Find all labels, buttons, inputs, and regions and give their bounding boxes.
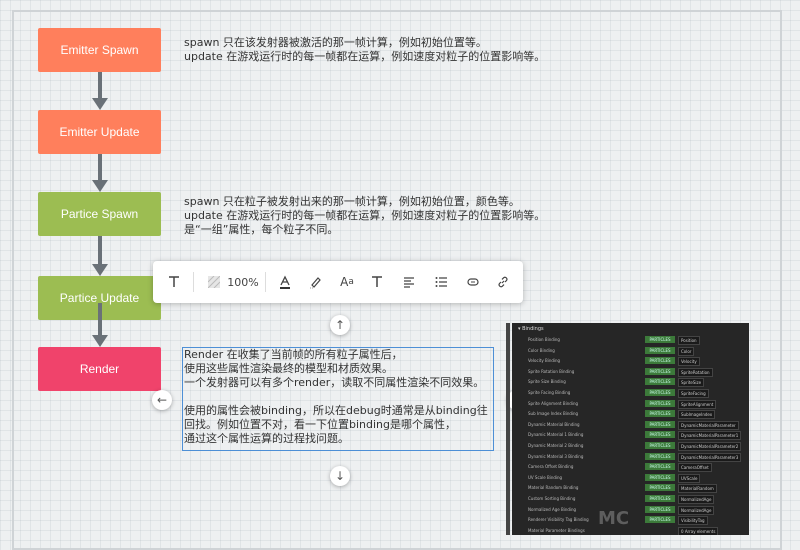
binding-namespace-tag: PARTICLES: [645, 357, 675, 365]
binding-namespace-tag: PARTICLES: [645, 463, 675, 471]
binding-label: Camera Offset Binding: [528, 464, 574, 470]
highlight-pen-icon[interactable]: [303, 261, 327, 303]
note-line: [184, 390, 488, 404]
binding-label: Renderer Visibility Tag Binding: [528, 517, 589, 523]
binding-label: Dynamic Material Binding: [528, 421, 580, 427]
binding-namespace-tag: PARTICLES: [645, 389, 675, 396]
emitter-spawn-node[interactable]: Emitter Spawn: [38, 28, 161, 72]
bindings-panel-screenshot: ▾ Bindings Position Binding PARTICLES Posi…: [512, 323, 749, 535]
note-line: spawn 只在该发射器被激活的那一帧计算，例如初始位置等。: [184, 36, 487, 49]
flow-arrow: [92, 236, 108, 276]
note-line: spawn 只在粒子被发射出来的那一帧计算，例如初始位置，颜色等。: [184, 195, 520, 208]
font-size-icon[interactable]: Aa: [333, 261, 361, 303]
binding-label: Normalized Age Binding: [528, 506, 577, 512]
binding-namespace-tag: PARTICLES: [645, 484, 675, 492]
text-format-toolbar: 100% Aa: [153, 261, 523, 303]
particle-note[interactable]: spawn 只在粒子被发射出来的那一帧计算，例如初始位置，颜色等。 update…: [184, 195, 545, 237]
binding-namespace-tag: PARTICLES: [645, 431, 675, 439]
binding-label: Dynamic Material 3 Binding: [528, 453, 584, 459]
note-line: 是“一组”属性，每个粒子不同。: [184, 223, 339, 236]
binding-value-dropdown[interactable]: 0 Array elements: [678, 526, 719, 535]
binding-label: Sprite Size Binding: [528, 379, 566, 385]
text-style-icon[interactable]: [365, 261, 389, 303]
binding-namespace-tag: PARTICLES: [645, 495, 675, 502]
watermark: MC: [598, 508, 630, 529]
binding-label: UV Scale Binding: [528, 474, 563, 480]
note-line: Render 在收集了当前帧的所有粒子属性后，: [184, 348, 403, 361]
note-line: 回找。例如位置不对，看一下位置binding是哪个属性，: [184, 418, 457, 431]
binding-label: Velocity Binding: [528, 358, 561, 364]
note-line: 使用这些属性渲染最终的模型和材质效果。: [184, 362, 393, 375]
binding-label: Sub Image Index Binding: [528, 411, 579, 417]
render-note[interactable]: Render 在收集了当前帧的所有粒子属性后， 使用这些属性渲染最终的模型和材质…: [184, 348, 488, 446]
binding-namespace-tag: PARTICLES: [645, 473, 675, 481]
arrow-up-icon: ↑: [334, 318, 346, 332]
binding-namespace-tag: PARTICLES: [645, 420, 675, 428]
ellipse-icon[interactable]: [461, 261, 485, 303]
binding-label: Position Binding: [528, 337, 560, 342]
render-node[interactable]: Render: [38, 347, 161, 391]
fill-pattern-icon[interactable]: [203, 261, 225, 303]
note-line: 使用的属性会被binding，所以在debug时通常是从binding往: [184, 404, 488, 417]
note-line: 通过这个属性运算的过程找问题。: [184, 432, 349, 445]
binding-namespace-tag: PARTICLES: [645, 516, 675, 524]
binding-namespace-tag: PARTICLES: [645, 367, 675, 375]
binding-label: Sprite Rotation Binding: [528, 368, 575, 374]
particle-spawn-node[interactable]: Partice Spawn: [38, 192, 161, 236]
binding-namespace-tag: PARTICLES: [645, 336, 675, 343]
binding-label: Material Parameter Bindings: [528, 527, 585, 533]
binding-label: Sprite Alignment Binding: [528, 400, 579, 406]
connect-down-handle[interactable]: ↓: [330, 466, 350, 486]
emitter-note[interactable]: spawn 只在该发射器被激活的那一帧计算，例如初始位置等。 update 在游…: [184, 36, 545, 64]
binding-label: Material Random Binding: [528, 485, 579, 491]
note-line: update 在游戏运行时的每一帧都在运算，例如速度对粒子的位置影响等。: [184, 50, 546, 63]
font-color-icon[interactable]: [273, 261, 297, 303]
flow-arrow: [92, 303, 108, 347]
align-left-icon[interactable]: [397, 261, 421, 303]
list-icon[interactable]: [429, 261, 453, 303]
binding-label: Color Binding: [528, 347, 555, 353]
zoom-level[interactable]: 100%: [227, 261, 259, 303]
flow-arrow: [92, 72, 108, 110]
emitter-update-node[interactable]: Emitter Update: [38, 110, 161, 154]
binding-namespace-tag: PARTICLES: [645, 399, 675, 407]
binding-namespace-tag: PARTICLES: [645, 346, 675, 354]
binding-namespace-tag: PARTICLES: [645, 505, 675, 513]
binding-namespace-tag: PARTICLES: [645, 452, 675, 460]
binding-label: Dynamic Material 1 Binding: [528, 432, 584, 438]
binding-label: Sprite Facing Binding: [528, 390, 571, 395]
arrow-down-icon: ↓: [334, 469, 346, 483]
text-type-icon[interactable]: [161, 261, 187, 303]
binding-namespace-tag: PARTICLES: [645, 410, 675, 418]
panel-scrollbar[interactable]: [506, 323, 510, 535]
binding-label: Dynamic Material 2 Binding: [528, 443, 584, 448]
binding-row: Material Parameter Bindings 0 Array eleme…: [512, 525, 749, 535]
binding-label: Custom Sorting Binding: [528, 496, 576, 501]
connect-up-handle[interactable]: ↑: [330, 315, 350, 335]
note-line: 一个发射器可以有多个render，读取不同属性渲染不同效果。: [184, 376, 485, 389]
panel-title: ▾ Bindings: [518, 326, 544, 332]
binding-namespace-tag: PARTICLES: [645, 442, 675, 449]
connect-left-handle[interactable]: ←: [152, 390, 172, 410]
link-icon[interactable]: [491, 261, 515, 303]
binding-namespace-tag: PARTICLES: [645, 378, 675, 386]
arrow-left-icon: ←: [156, 393, 168, 407]
flow-arrow: [92, 154, 108, 192]
note-line: update 在游戏运行时的每一帧都在运算，例如速度对粒子的位置影响等。: [184, 209, 546, 222]
